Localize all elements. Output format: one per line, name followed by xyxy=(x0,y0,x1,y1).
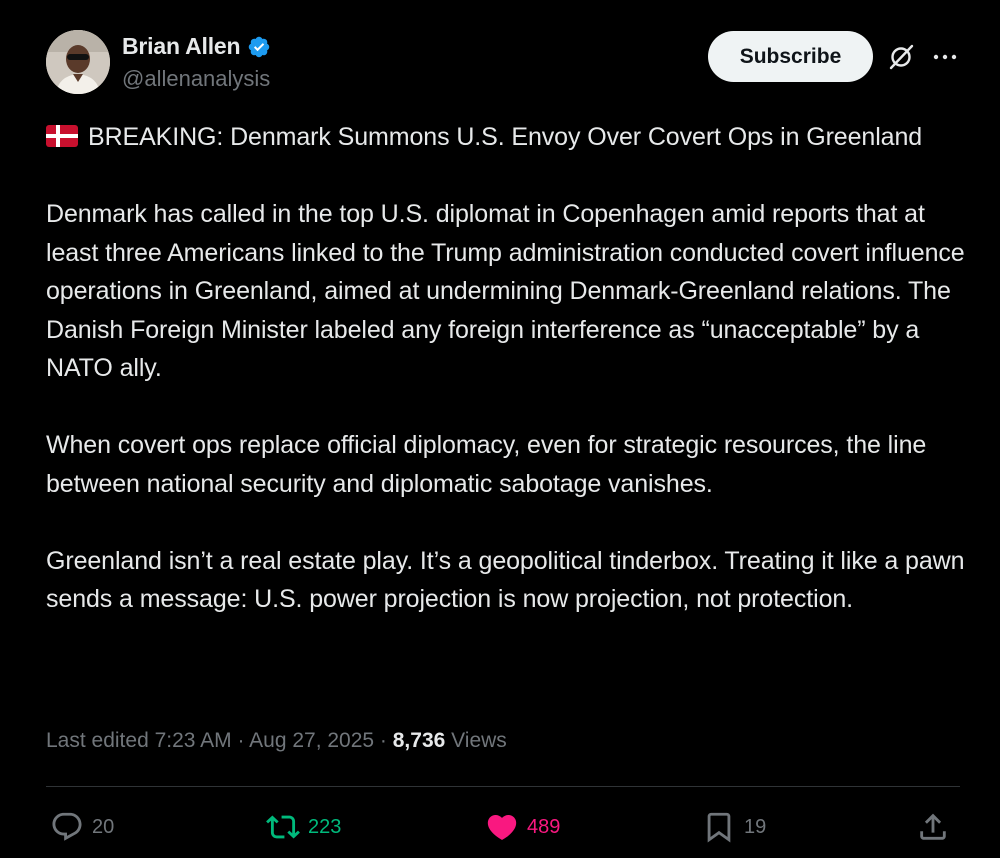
share-icon xyxy=(920,813,946,840)
heart-icon xyxy=(487,814,517,840)
tweet-text: BREAKING: Denmark Summons U.S. Envoy Ove… xyxy=(46,118,966,619)
tweet-headline-line: BREAKING: Denmark Summons U.S. Envoy Ove… xyxy=(46,118,966,157)
denmark-flag-icon xyxy=(46,125,78,147)
share-button[interactable] xyxy=(916,808,950,846)
reply-button[interactable]: 20 xyxy=(50,808,114,846)
tweet-paragraph: Denmark has called in the top U.S. diplo… xyxy=(46,200,965,382)
bookmark-count: 19 xyxy=(744,815,767,838)
reply-count: 20 xyxy=(92,815,115,838)
author-name-row[interactable]: Brian Allen xyxy=(122,33,271,60)
bookmark-button[interactable]: 19 xyxy=(702,808,766,846)
grok-icon[interactable] xyxy=(886,42,916,72)
avatar[interactable] xyxy=(46,30,110,94)
divider xyxy=(46,786,960,787)
tweet-headline: BREAKING: Denmark Summons U.S. Envoy Ove… xyxy=(88,123,923,151)
like-button[interactable]: 489 xyxy=(485,808,560,846)
verified-badge-icon[interactable] xyxy=(247,35,271,59)
views-label: Views xyxy=(445,729,507,752)
bookmark-icon xyxy=(707,812,731,843)
tweet-paragraph: Greenland isn’t a real estate play. It’s… xyxy=(46,546,965,614)
more-icon[interactable] xyxy=(931,43,959,71)
author-display-name[interactable]: Brian Allen xyxy=(122,33,241,60)
repost-count: 223 xyxy=(308,815,342,838)
edited-timestamp[interactable]: Last edited 7:23 AM · Aug 27, 2025 · xyxy=(46,729,393,752)
subscribe-button[interactable]: Subscribe xyxy=(708,31,873,82)
repost-button[interactable]: 223 xyxy=(266,808,341,846)
author-handle[interactable]: @allenanalysis xyxy=(122,66,270,92)
tweet-meta: Last edited 7:23 AM · Aug 27, 2025 · 8,7… xyxy=(46,729,507,753)
tweet-paragraph: When covert ops replace official diploma… xyxy=(46,431,927,498)
like-count: 489 xyxy=(527,815,561,838)
avatar-image xyxy=(46,30,110,94)
views-count: 8,736 xyxy=(392,729,446,752)
repost-icon xyxy=(266,815,300,839)
reply-icon xyxy=(52,812,82,841)
